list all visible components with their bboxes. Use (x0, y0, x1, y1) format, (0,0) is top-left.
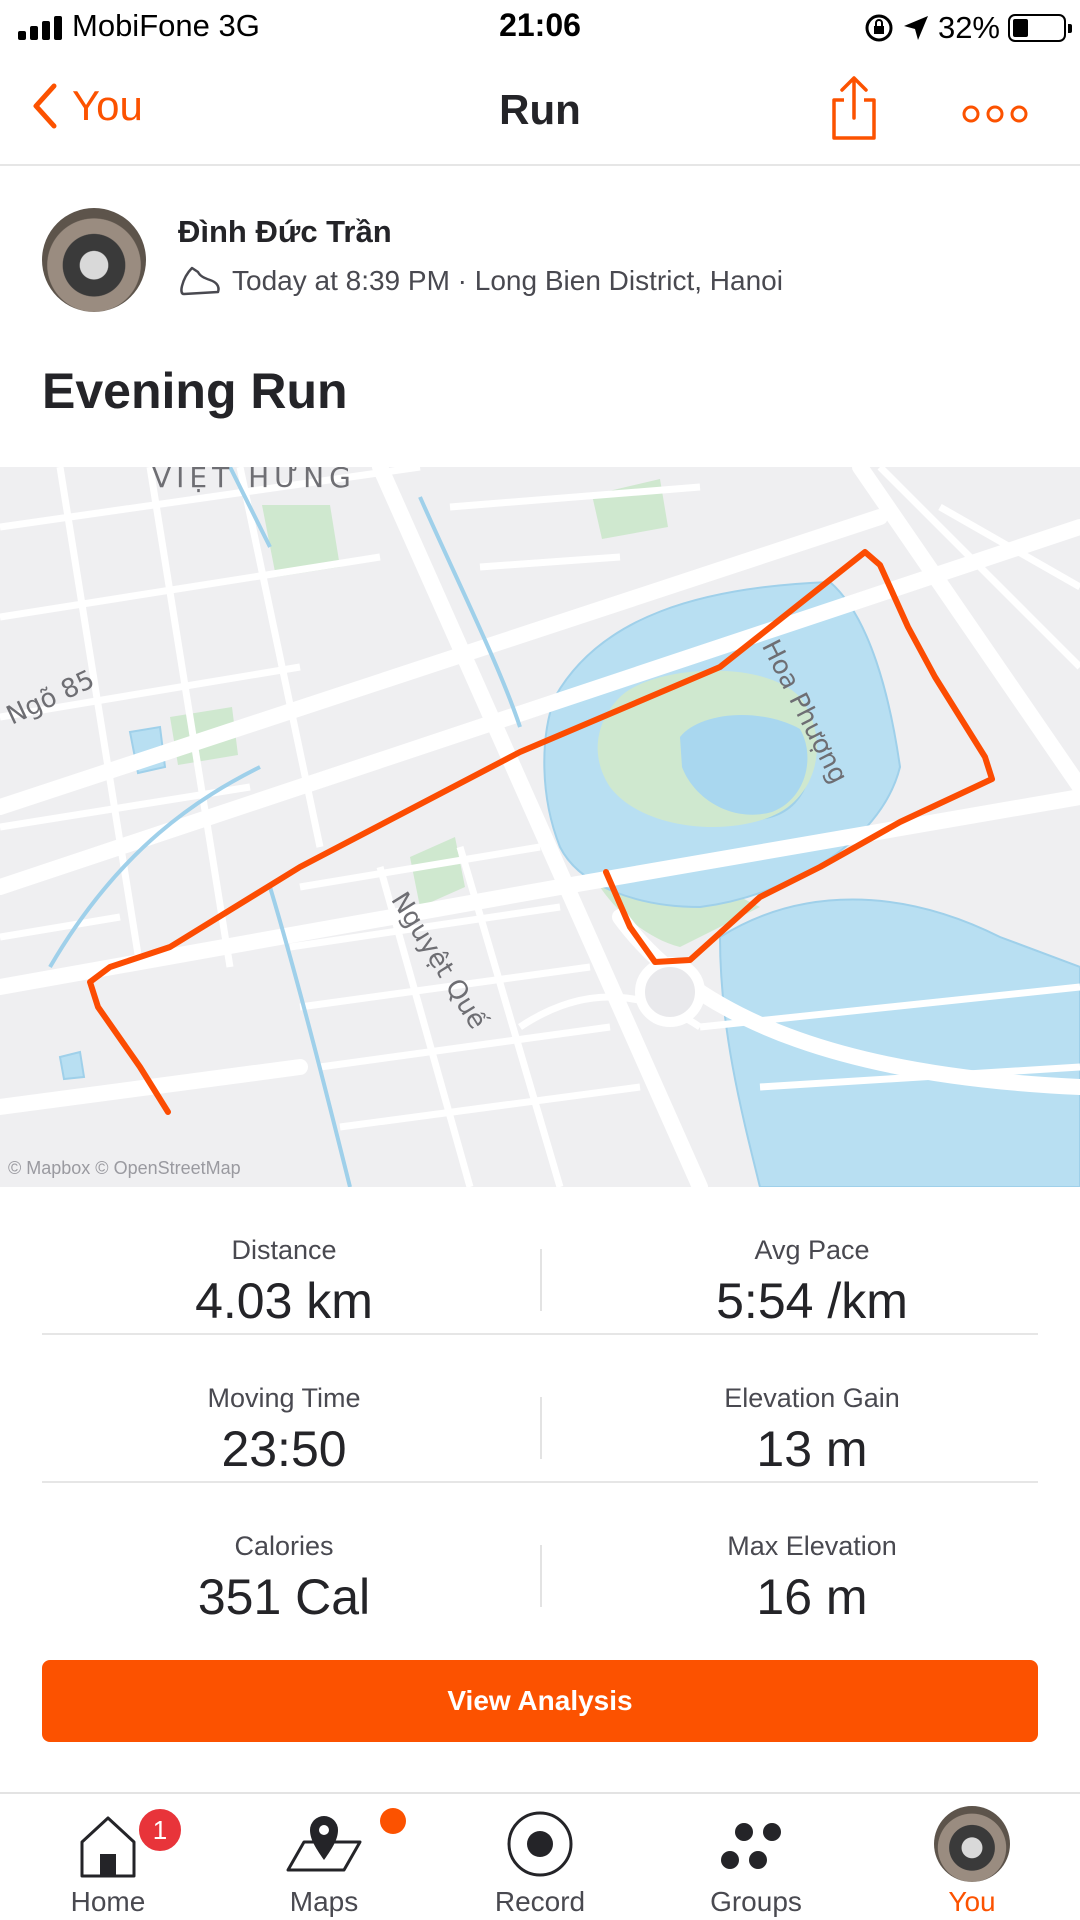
status-bar: MobiFone 3G 21:06 32% (0, 0, 1080, 56)
stat-value: 4.03 km (195, 1273, 373, 1329)
stat-label: Distance (231, 1235, 337, 1265)
more-options-icon[interactable] (960, 94, 1030, 134)
stat-label: Moving Time (207, 1383, 361, 1413)
stat-row: Distance 4.03 km Avg Pace 5:54 /km (42, 1187, 1038, 1335)
activity-meta-text: Today at 8:39 PM · Long Bien District, H… (232, 265, 783, 296)
map-icon (286, 1816, 362, 1872)
location-arrow-icon (903, 16, 928, 40)
route-map[interactable]: VIỆT HƯNG Ngõ 85 Hoa Phượng Nguyệt Quế ©… (0, 467, 1080, 1187)
stat-value: 13 m (756, 1421, 868, 1477)
stat-elevation-gain: Elevation Gain 13 m (542, 1335, 1080, 1478)
back-button-label: You (72, 82, 143, 129)
tab-bar: 1 Home Maps Record Groups You (0, 1792, 1080, 1920)
stat-label: Avg Pace (754, 1235, 870, 1265)
map-canvas (0, 467, 1080, 1187)
notification-badge: 1 (136, 1806, 184, 1854)
tab-record[interactable]: Record (432, 1794, 648, 1920)
tab-home[interactable]: 1 Home (0, 1794, 216, 1920)
chevron-left-icon (33, 83, 57, 129)
stat-avg-pace: Avg Pace 5:54 /km (542, 1187, 1080, 1330)
record-icon (507, 1811, 573, 1877)
back-button[interactable]: You (30, 82, 143, 130)
tab-you[interactable]: You (864, 1794, 1080, 1920)
activity-meta: Today at 8:39 PM · Long Bien District, H… (178, 264, 783, 298)
stat-value: 23:50 (221, 1421, 347, 1477)
stat-value: 351 Cal (197, 1569, 371, 1625)
shoe-icon (180, 266, 220, 296)
map-label-viet-hung: VIỆT HƯNG (152, 467, 356, 494)
nav-bar: You Run (0, 60, 1080, 166)
share-icon[interactable] (826, 74, 882, 144)
stat-label: Max Elevation (727, 1531, 897, 1561)
tab-label: You (948, 1886, 996, 1917)
activity-title: Evening Run (42, 363, 348, 419)
tab-maps[interactable]: Maps (216, 1794, 432, 1920)
avatar (934, 1806, 1010, 1882)
athlete-avatar[interactable] (42, 208, 146, 312)
home-icon (80, 1816, 136, 1878)
new-indicator-dot (380, 1808, 406, 1834)
stat-label: Calories (234, 1531, 334, 1561)
battery-percent: 32% (937, 10, 1000, 45)
view-analysis-button[interactable]: View Analysis (42, 1660, 1038, 1742)
stat-moving-time: Moving Time 23:50 (0, 1335, 568, 1478)
tab-label: Groups (710, 1886, 802, 1917)
tab-label: Home (70, 1886, 146, 1917)
athlete-name[interactable]: Đình Đức Trần (178, 214, 392, 250)
stat-label: Elevation Gain (724, 1383, 900, 1413)
stat-row: Calories 351 Cal Max Elevation 16 m (42, 1483, 1038, 1631)
stat-calories: Calories 351 Cal (0, 1483, 568, 1626)
stat-row: Moving Time 23:50 Elevation Gain 13 m (42, 1335, 1038, 1483)
map-attribution[interactable]: © Mapbox © OpenStreetMap (8, 1158, 241, 1179)
orientation-lock-icon (865, 14, 893, 42)
tab-label: Maps (289, 1886, 359, 1917)
battery-icon (1008, 14, 1072, 42)
stat-value: 16 m (756, 1569, 868, 1625)
stat-value: 5:54 /km (716, 1273, 908, 1329)
page-title: Run (499, 86, 581, 133)
activity-stats: Distance 4.03 km Avg Pace 5:54 /km Movin… (42, 1187, 1038, 1631)
tab-label: Record (494, 1886, 586, 1917)
stat-distance: Distance 4.03 km (0, 1187, 568, 1330)
groups-icon (721, 1823, 781, 1869)
tab-groups[interactable]: Groups (648, 1794, 864, 1920)
stat-max-elevation: Max Elevation 16 m (542, 1483, 1080, 1626)
